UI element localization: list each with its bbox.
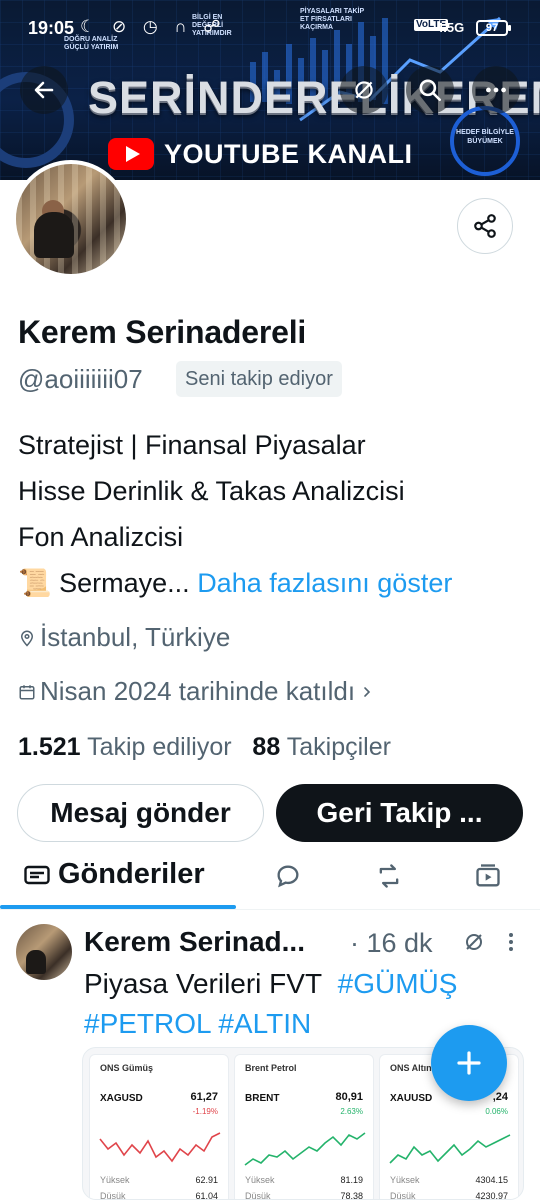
compose-post-button[interactable] — [431, 1025, 507, 1101]
vertical-dots-icon — [509, 933, 513, 951]
post-author-name[interactable]: Kerem Serinad... — [84, 926, 305, 958]
profile-avatar[interactable] — [12, 160, 130, 278]
search-icon — [419, 79, 442, 102]
posts-tab-icon — [24, 865, 50, 884]
mute-icon — [355, 81, 373, 99]
mute-icon — [466, 934, 482, 950]
plus-icon — [457, 1051, 481, 1075]
following-link[interactable]: 1.521 Takip ediliyor — [18, 733, 232, 761]
post-author-avatar[interactable] — [16, 924, 72, 980]
silver-sparkline — [99, 1132, 221, 1163]
back-button[interactable] — [20, 66, 68, 114]
post-more-button[interactable] — [504, 930, 518, 959]
follow-back-button[interactable]: Geri Takip ... — [276, 784, 523, 842]
battery-icon: 97 — [476, 20, 511, 36]
bio-line: Fon Analizcisi — [18, 522, 184, 552]
media-video-icon — [476, 864, 500, 887]
profile-name: Kerem Serinadereli — [18, 314, 307, 350]
status-notification-icons: ☾ ⊘ ◷ ∩ ☍ — [80, 17, 227, 36]
reply-icon — [277, 865, 299, 888]
status-time: 19:05 — [28, 18, 75, 38]
post-timestamp: · 16 dk — [350, 928, 433, 958]
status-bar: 19:05 ☾ ⊘ ◷ ∩ ☍ VoLTE 4.5G 97 — [0, 10, 540, 44]
back-arrow-icon — [34, 81, 54, 99]
profile-handle: @aoiiiiiii07 — [18, 364, 143, 394]
hashtag-link[interactable]: #ALTIN — [218, 1008, 311, 1039]
follows-you-badge: Seni takip ediyor — [176, 361, 342, 397]
market-card-brent: Brent Petrol BRENT 80,91 2.63% Yüksek 81.… — [234, 1054, 374, 1199]
tab-media[interactable] — [474, 862, 502, 895]
tab-replies[interactable] — [274, 862, 302, 895]
profile-join-date[interactable]: Nisan 2024 tarihinde katıldı — [18, 676, 375, 707]
banner-goal-badge: HEDEF BİLGİYLE BÜYÜMEK — [450, 106, 520, 176]
more-options-button[interactable] — [472, 66, 520, 114]
gold-sparkline — [389, 1134, 511, 1164]
search-button[interactable] — [406, 66, 454, 114]
status-signal: 4.5G — [436, 20, 465, 35]
bio-line: 📜 Sermaye... — [18, 568, 190, 598]
profile-bio: Stratejist | Finansal Piyasalar Hisse De… — [18, 422, 452, 606]
profile-tabs: Gönderiler — [0, 852, 540, 910]
bio-line: Stratejist | Finansal Piyasalar — [18, 430, 366, 460]
tab-posts[interactable]: Gönderiler — [24, 858, 205, 891]
active-tab-indicator — [0, 905, 236, 909]
profile-banner: DOĞRU ANALİZ GÜÇLÜ YATIRIM BİLGİ EN DEĞE… — [0, 0, 540, 180]
post-muted-indicator — [462, 930, 486, 959]
calendar-icon — [19, 684, 35, 699]
more-dots-icon — [486, 87, 506, 93]
message-button[interactable]: Mesaj gönder — [17, 784, 264, 842]
chevron-right-icon — [364, 686, 371, 697]
show-more-link[interactable]: Daha fazlasını göster — [197, 568, 452, 598]
share-profile-button[interactable] — [457, 198, 513, 254]
hashtag-link[interactable]: #GÜMÜŞ — [338, 968, 458, 999]
mute-button[interactable] — [340, 66, 388, 114]
hashtag-link[interactable]: #PETROL — [84, 1008, 211, 1039]
repost-icon — [379, 864, 399, 888]
brent-sparkline — [244, 1132, 366, 1166]
banner-youtube-label: YOUTUBE KANALI — [108, 138, 413, 170]
location-pin-icon — [20, 630, 34, 647]
tab-reposts[interactable] — [374, 862, 404, 895]
share-icon — [474, 214, 496, 238]
follow-counts: 1.521 Takip ediliyor 88 Takipçiler — [18, 733, 391, 762]
followers-link[interactable]: 88 Takipçiler — [252, 733, 391, 761]
bio-line: Hisse Derinlik & Takas Analizcisi — [18, 476, 405, 506]
market-card-silver: ONS Gümüş XAGUSD 61,27 -1.19% Yüksek 62.9… — [89, 1054, 229, 1199]
profile-location: İstanbul, Türkiye — [18, 622, 230, 653]
